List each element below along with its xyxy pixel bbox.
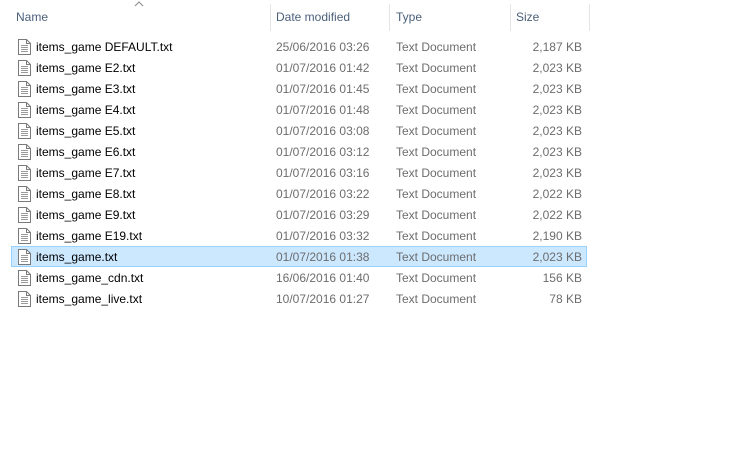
file-list-view: Name Date modified Type Size items_game … xyxy=(0,0,741,468)
file-type: Text Document xyxy=(396,124,477,138)
file-name: items_game E2.txt xyxy=(36,61,136,75)
chevron-up-icon xyxy=(134,1,144,7)
file-row[interactable]: items_game E9.txt 01/07/2016 03:29 Text Do… xyxy=(11,204,587,225)
text-document-icon xyxy=(18,165,31,181)
file-row[interactable]: items_game E8.txt 01/07/2016 03:22 Text Do… xyxy=(11,183,587,204)
file-date-modified: 01/07/2016 03:08 xyxy=(276,124,370,138)
file-name: items_game E4.txt xyxy=(36,103,136,117)
file-size: 2,022 KB xyxy=(532,187,582,201)
file-row[interactable]: items_game E5.txt 01/07/2016 03:08 Text Do… xyxy=(11,120,587,141)
file-type: Text Document xyxy=(396,61,477,75)
file-type: Text Document xyxy=(396,187,477,201)
file-size: 2,023 KB xyxy=(532,250,582,264)
file-type: Text Document xyxy=(396,292,477,306)
file-date-modified: 01/07/2016 01:42 xyxy=(276,61,370,75)
file-size: 2,023 KB xyxy=(532,61,582,75)
file-size: 78 KB xyxy=(549,292,582,306)
file-name: items_game E5.txt xyxy=(36,124,136,138)
file-date-modified: 25/06/2016 03:26 xyxy=(276,40,370,54)
file-row[interactable]: items_game_cdn.txt 16/06/2016 01:40 Text D… xyxy=(11,267,587,288)
file-size: 2,187 KB xyxy=(532,40,582,54)
file-row[interactable]: items_game DEFAULT.txt 25/06/2016 03:26 Te… xyxy=(11,36,587,57)
file-type: Text Document xyxy=(396,271,477,285)
file-type: Text Document xyxy=(396,208,477,222)
file-size: 2,023 KB xyxy=(532,166,582,180)
file-type: Text Document xyxy=(396,229,477,243)
column-header-size[interactable]: Size xyxy=(510,0,590,35)
file-row[interactable]: items_game_live.txt 10/07/2016 01:27 Text … xyxy=(11,288,587,309)
text-document-icon xyxy=(18,123,31,139)
file-type: Text Document xyxy=(396,145,477,159)
text-document-icon xyxy=(18,60,31,76)
file-type: Text Document xyxy=(396,82,477,96)
file-name: items_game_cdn.txt xyxy=(36,271,144,285)
column-header-bar: Name Date modified Type Size xyxy=(0,0,590,35)
file-type: Text Document xyxy=(396,250,477,264)
file-type: Text Document xyxy=(396,166,477,180)
file-name: items_game E19.txt xyxy=(36,229,143,243)
file-size: 2,023 KB xyxy=(532,82,582,96)
text-document-icon xyxy=(18,39,31,55)
file-date-modified: 01/07/2016 01:38 xyxy=(276,250,370,264)
text-document-icon xyxy=(18,228,31,244)
file-size: 2,023 KB xyxy=(532,103,582,117)
file-size: 2,023 KB xyxy=(532,145,582,159)
text-document-icon xyxy=(18,249,31,265)
file-date-modified: 01/07/2016 03:12 xyxy=(276,145,370,159)
file-row[interactable]: items_game E19.txt 01/07/2016 03:32 Text D… xyxy=(11,225,587,246)
file-name: items_game E8.txt xyxy=(36,187,136,201)
file-date-modified: 16/06/2016 01:40 xyxy=(276,271,370,285)
file-date-modified: 01/07/2016 03:16 xyxy=(276,166,370,180)
file-size: 156 KB xyxy=(542,271,582,285)
file-date-modified: 01/07/2016 01:45 xyxy=(276,82,370,96)
file-name: items_game_live.txt xyxy=(36,292,143,306)
file-name: items_game E9.txt xyxy=(36,208,136,222)
file-row[interactable]: items_game E3.txt 01/07/2016 01:45 Text Do… xyxy=(11,78,587,99)
column-header-date-modified[interactable]: Date modified xyxy=(270,0,390,35)
file-size: 2,022 KB xyxy=(532,208,582,222)
file-date-modified: 10/07/2016 01:27 xyxy=(276,292,370,306)
file-row[interactable]: items_game E4.txt 01/07/2016 01:48 Text Do… xyxy=(11,99,587,120)
file-name: items_game.txt xyxy=(36,250,118,264)
file-date-modified: 01/07/2016 03:32 xyxy=(276,229,370,243)
text-document-icon xyxy=(18,207,31,223)
file-type: Text Document xyxy=(396,40,477,54)
text-document-icon xyxy=(18,81,31,97)
file-row[interactable]: items_game E6.txt 01/07/2016 03:12 Text Do… xyxy=(11,141,587,162)
file-name: items_game DEFAULT.txt xyxy=(36,40,173,54)
text-document-icon xyxy=(18,291,31,307)
file-date-modified: 01/07/2016 01:48 xyxy=(276,103,370,117)
file-row[interactable]: items_game E2.txt 01/07/2016 01:42 Text Do… xyxy=(11,57,587,78)
file-size: 2,023 KB xyxy=(532,124,582,138)
file-date-modified: 01/07/2016 03:22 xyxy=(276,187,370,201)
file-size: 2,190 KB xyxy=(532,229,582,243)
column-header-type[interactable]: Type xyxy=(390,0,510,35)
file-date-modified: 01/07/2016 03:29 xyxy=(276,208,370,222)
text-document-icon xyxy=(18,186,31,202)
file-name: items_game E3.txt xyxy=(36,82,136,96)
text-document-icon xyxy=(18,270,31,286)
file-rows: items_game DEFAULT.txt 25/06/2016 03:26 Te… xyxy=(11,36,587,309)
column-divider[interactable] xyxy=(589,4,590,31)
text-document-icon xyxy=(18,144,31,160)
file-type: Text Document xyxy=(396,103,477,117)
file-row[interactable]: items_game E7.txt 01/07/2016 03:16 Text Do… xyxy=(11,162,587,183)
file-name: items_game E7.txt xyxy=(36,166,136,180)
file-name: items_game E6.txt xyxy=(36,145,136,159)
text-document-icon xyxy=(18,102,31,118)
file-row-selected[interactable]: items_game.txt 01/07/2016 01:38 Text Docum… xyxy=(11,246,587,267)
